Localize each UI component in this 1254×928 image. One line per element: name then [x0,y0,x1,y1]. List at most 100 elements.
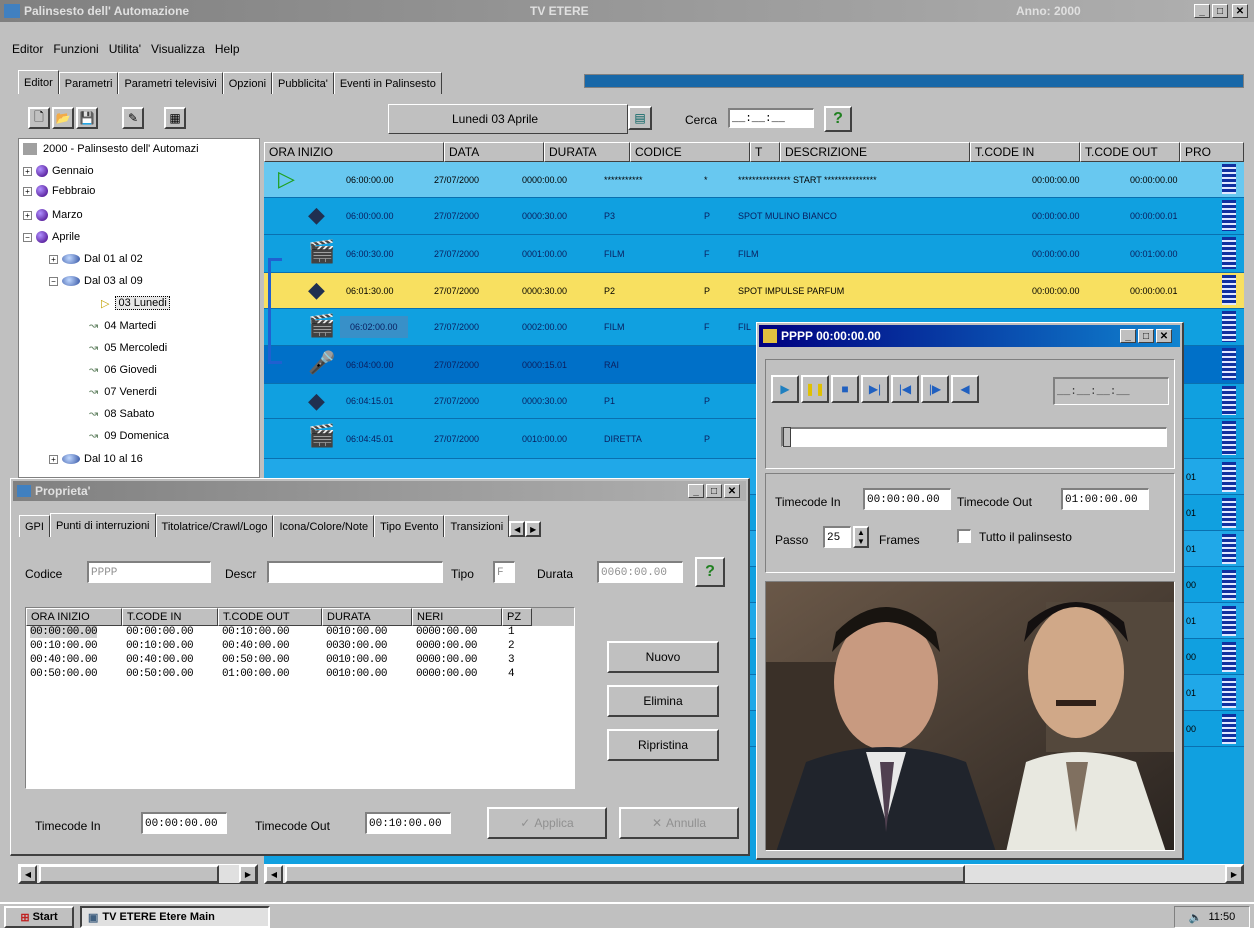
tab-punti-interruzioni[interactable]: Punti di interruzioni [49,513,156,537]
col-ora-inizio[interactable]: ORA INIZIO [264,142,444,162]
taskbar-app-button[interactable]: ▣ TV ETERE Etere Main [80,906,270,928]
speaker-icon[interactable]: 🔈 [1189,911,1203,924]
tree-day[interactable]: ↝ 04 Martedi [89,319,156,333]
minimize-button[interactable]: _ [1194,4,1210,18]
passo-stepper[interactable]: 25 [823,526,851,548]
help-button[interactable]: ? [824,106,852,132]
tree-root[interactable]: 2000 - Palinsesto dell' Automazi [23,143,199,155]
tab-transizioni[interactable]: Transizioni [444,515,510,537]
schedule-row[interactable]: ▷ 06:00:00.00 27/07/2000 0000:00.00 ********… [264,162,1244,198]
tree-scrollbar[interactable]: ◀ ▶ [18,864,258,884]
list-item[interactable]: 00:40:00.00 00:40:00.00 00:50:00.00 0010:00… [26,654,574,668]
open-folder-icon[interactable]: 📂 [52,107,74,129]
timecode-in-field[interactable]: 00:00:00.00 [863,488,951,510]
menu-editor[interactable]: Editor [12,42,43,62]
tree-day[interactable]: ↝ 09 Domenica [89,429,169,443]
minimize-button[interactable]: _ [1120,329,1136,343]
elimina-button[interactable]: Elimina [607,685,719,717]
list-item[interactable]: 00:00:00.00 00:00:00.00 00:10:00.00 0010:00… [26,626,574,640]
tree-week[interactable]: + Dal 10 al 16 [49,453,143,465]
skip-next-icon[interactable]: ▶| [861,375,889,403]
menu-utilita[interactable]: Utilita' [109,42,141,62]
col-tcode-out[interactable]: T.CODE OUT [1080,142,1180,162]
search-input[interactable]: __:__:__ [728,108,814,128]
tab-icona-colore[interactable]: Icona/Colore/Note [273,515,375,537]
tree-day[interactable]: ↝ 07 Venerdi [89,385,157,399]
tab-tipo-evento[interactable]: Tipo Evento [374,515,445,537]
pause-icon[interactable]: ❚❚ [801,375,829,403]
tree-week[interactable]: + Dal 01 al 02 [49,253,143,265]
new-file-icon[interactable]: 🗋 [28,107,50,129]
tab-parametri[interactable]: Parametri [58,72,119,94]
col-descrizione[interactable]: DESCRIZIONE [780,142,970,162]
edit-icon[interactable]: ✎ [122,107,144,129]
step-forward-icon[interactable]: |▶ [921,375,949,403]
col-tcode-in[interactable]: T.CODE IN [970,142,1080,162]
tab-scroll-right[interactable]: ▶ [525,521,542,537]
tree-month[interactable]: + Marzo [23,209,83,221]
rewind-icon[interactable]: ◀ [951,375,979,403]
applica-button[interactable]: ✓ Applica [487,807,607,839]
col-durata[interactable]: DURATA [322,608,412,626]
maximize-button[interactable]: □ [1212,4,1228,18]
col-codice[interactable]: CODICE [630,142,750,162]
tab-opzioni[interactable]: Opzioni [222,72,273,94]
col-ora-inizio[interactable]: ORA INIZIO [26,608,122,626]
tree-day-selected[interactable]: ▷ 03 Lunedi [101,296,170,310]
maximize-button[interactable]: □ [1138,329,1154,343]
col-data[interactable]: DATA [444,142,544,162]
durata-field[interactable]: 0060:00.00 [597,561,683,583]
tree-day[interactable]: ↝ 06 Giovedi [89,363,157,377]
col-tcode-out[interactable]: T.CODE OUT [218,608,322,626]
tree-month[interactable]: − Aprile [23,231,80,243]
col-durata[interactable]: DURATA [544,142,630,162]
ripristina-button[interactable]: Ripristina [607,729,719,761]
tree-day[interactable]: ↝ 05 Mercoledi [89,341,167,355]
list-item[interactable]: 00:10:00.00 00:10:00.00 00:40:00.00 0030:00… [26,640,574,654]
col-neri[interactable]: NERI [412,608,502,626]
save-icon[interactable]: 💾 [76,107,98,129]
maximize-button[interactable]: □ [706,484,722,498]
menu-help[interactable]: Help [215,42,240,62]
tipo-field[interactable]: F [493,561,515,583]
help-button[interactable]: ? [695,557,725,587]
tree-month[interactable]: + Gennaio [23,165,94,177]
tab-editor[interactable]: Editor [18,70,59,94]
tree-month[interactable]: + Febbraio [23,185,95,197]
timecode-out-field[interactable]: 00:10:00.00 [365,812,451,834]
schedule-row[interactable]: 🎬 06:00:30.00 27/07/2000 0001:00.00 FILM F FIL… [264,235,1244,273]
close-button[interactable]: ✕ [724,484,740,498]
timecode-out-field[interactable]: 01:00:00.00 [1061,488,1149,510]
col-pz[interactable]: PZ [502,608,532,626]
tab-scroll-left[interactable]: ◀ [509,521,526,537]
nuovo-button[interactable]: Nuovo [607,641,719,673]
grid-scrollbar[interactable]: ◀ ▶ [264,864,1244,884]
skip-prev-icon[interactable]: |◀ [891,375,919,403]
tab-titolatrice[interactable]: Titolatrice/Crawl/Logo [155,515,274,537]
col-tcode-in[interactable]: T.CODE IN [122,608,218,626]
schedule-icon[interactable]: ▤ [628,106,652,130]
tab-parametri-televisivi[interactable]: Parametri televisivi [118,72,223,94]
tutto-checkbox[interactable] [957,529,971,543]
position-slider[interactable] [781,427,1167,447]
stepper-arrows[interactable]: ▲ ▼ [853,526,869,548]
menu-funzioni[interactable]: Funzioni [53,42,98,62]
stop-icon[interactable]: ■ [831,375,859,403]
tab-gpi[interactable]: GPI [19,515,50,537]
annulla-button[interactable]: ✕ Annulla [619,807,739,839]
close-button[interactable]: ✕ [1232,4,1248,18]
close-button[interactable]: ✕ [1156,329,1172,343]
schedule-row[interactable]: ◆ 06:01:30.00 27/07/2000 0000:30.00 P2 P SPOT … [264,273,1244,309]
minimize-button[interactable]: _ [688,484,704,498]
tab-pubblicita[interactable]: Pubblicita' [272,72,334,94]
schedule-row[interactable]: ◆ 06:00:00.00 27/07/2000 0000:30.00 P3 P SPOT … [264,198,1244,235]
codice-field[interactable]: PPPP [87,561,211,583]
calendar-icon[interactable]: ▦ [164,107,186,129]
col-pro[interactable]: PRO [1180,142,1244,162]
descr-field[interactable] [267,561,443,583]
tab-eventi[interactable]: Eventi in Palinsesto [333,72,442,94]
tree-day[interactable]: ↝ 08 Sabato [89,407,154,421]
col-t[interactable]: T [750,142,780,162]
play-icon[interactable]: ▶ [771,375,799,403]
timecode-in-field[interactable]: 00:00:00.00 [141,812,227,834]
